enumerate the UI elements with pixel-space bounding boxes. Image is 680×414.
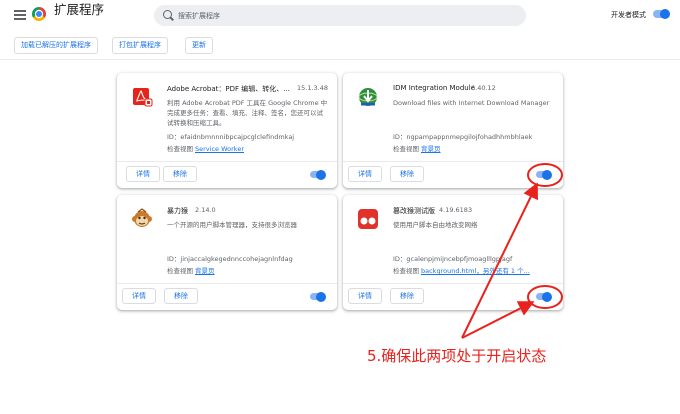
- search-icon: [163, 10, 172, 19]
- inspect-link[interactable]: 背景页: [421, 145, 441, 153]
- remove-button[interactable]: 移除: [164, 288, 198, 304]
- remove-button[interactable]: 移除: [163, 166, 197, 182]
- extension-name: 篡改猴测试版: [393, 207, 435, 215]
- inspect-label: 检查视图: [167, 267, 193, 275]
- inspect-label: 检查视图: [393, 145, 419, 153]
- divider: [343, 161, 563, 162]
- inspect-views: 检查视图 background.html，另外还有 1 个...: [393, 265, 530, 275]
- extension-version: 6.40.12: [471, 84, 496, 92]
- page-title: 扩展程序: [54, 2, 105, 17]
- inspect-link[interactable]: 背景页: [195, 267, 215, 275]
- extension-description: Download files with Internet Download Ma…: [393, 99, 550, 107]
- inspect-label: 检查视图: [393, 267, 419, 275]
- remove-button[interactable]: 移除: [390, 288, 424, 304]
- extension-description: 使用用户脚本自由地改变网络: [393, 221, 478, 229]
- header: 扩展程序 开发者模式: [0, 0, 680, 30]
- menu-icon[interactable]: [14, 10, 26, 20]
- extension-version: 15.1.3.48: [297, 84, 329, 92]
- details-button[interactable]: 详情: [122, 288, 156, 304]
- remove-button[interactable]: 移除: [390, 166, 424, 182]
- search-box[interactable]: [154, 5, 526, 26]
- extension-name: Adobe Acrobat：PDF 编辑、转化、...: [167, 85, 290, 93]
- enable-toggle[interactable]: [310, 291, 326, 302]
- extension-id: ID：efaidnbmnnnibpcajpcglclefindmkaj: [167, 133, 295, 141]
- details-button[interactable]: 详情: [126, 166, 160, 182]
- tampermonkey-icon: [358, 209, 378, 229]
- extension-name: IDM Integration Module: [393, 84, 475, 92]
- inspect-views: 检查视图 Service Worker: [167, 143, 244, 153]
- extension-version: 4.19.6183: [439, 206, 473, 214]
- divider: [117, 283, 337, 284]
- enable-toggle[interactable]: [536, 169, 552, 180]
- inspect-link[interactable]: background.html，另外还有 1 个...: [421, 267, 530, 275]
- search-input[interactable]: [178, 5, 518, 26]
- update-button[interactable]: 更新: [185, 37, 213, 54]
- enable-toggle[interactable]: [536, 291, 552, 302]
- annotation-text: 5.确保此两项处于开启状态: [367, 347, 547, 365]
- dev-mode-label: 开发者模式: [611, 11, 646, 19]
- divider: [117, 161, 337, 162]
- dev-mode-toggle[interactable]: [653, 9, 670, 19]
- enable-toggle[interactable]: [310, 169, 326, 180]
- extension-name: 暴力猴: [167, 207, 188, 215]
- inspect-label: 检查视图: [167, 145, 193, 153]
- pack-extension-button[interactable]: 打包扩展程序: [112, 37, 168, 54]
- extension-description: 一个开源的用户脚本管理器，支持很多浏览器: [167, 221, 297, 229]
- extension-card-violentmonkey: 暴力猴 2.14.0 一个开源的用户脚本管理器，支持很多浏览器 ID：jinja…: [117, 195, 337, 310]
- details-button[interactable]: 详情: [348, 288, 382, 304]
- chrome-logo-icon: [32, 7, 46, 21]
- extension-card-tampermonkey: 篡改猴测试版 4.19.6183 使用用户脚本自由地改变网络 ID：gcalen…: [343, 195, 563, 310]
- extensions-page: 扩展程序 开发者模式 加载已解压的扩展程序 打包扩展程序 更新 Adobe Ac…: [0, 0, 680, 414]
- extension-id: ID：jinjaccalgkegednnccohejagnlnfdag: [167, 255, 293, 263]
- extension-description: 利用 Adobe Acrobat PDF 工具在 Google Chrome 中…: [167, 99, 328, 127]
- inspect-link[interactable]: Service Worker: [195, 145, 244, 153]
- violentmonkey-icon: [132, 208, 152, 227]
- inspect-views: 检查视图 背景页: [393, 143, 441, 153]
- annotation-overlay: [461, 163, 563, 339]
- extension-version: 2.14.0: [195, 206, 216, 214]
- load-unpacked-button[interactable]: 加载已解压的扩展程序: [14, 37, 98, 54]
- divider: [343, 283, 563, 284]
- extension-id: ID：gcalenpjmijncebpfjmoaglllgpjagf: [393, 255, 513, 263]
- toolbar: 加载已解压的扩展程序 打包扩展程序 更新: [0, 34, 680, 60]
- extension-card-adobe: Adobe Acrobat：PDF 编辑、转化、... 15.1.3.48 利用…: [117, 73, 337, 188]
- idm-icon: [358, 88, 378, 106]
- inspect-views: 检查视图 背景页: [167, 265, 215, 275]
- extension-card-idm: IDM Integration Module 6.40.12 Download …: [343, 73, 563, 188]
- adobe-acrobat-icon: [133, 88, 153, 107]
- extension-id: ID：ngpampappnmepgilojfohadhhmbhlaek: [393, 133, 533, 141]
- details-button[interactable]: 详情: [348, 166, 382, 182]
